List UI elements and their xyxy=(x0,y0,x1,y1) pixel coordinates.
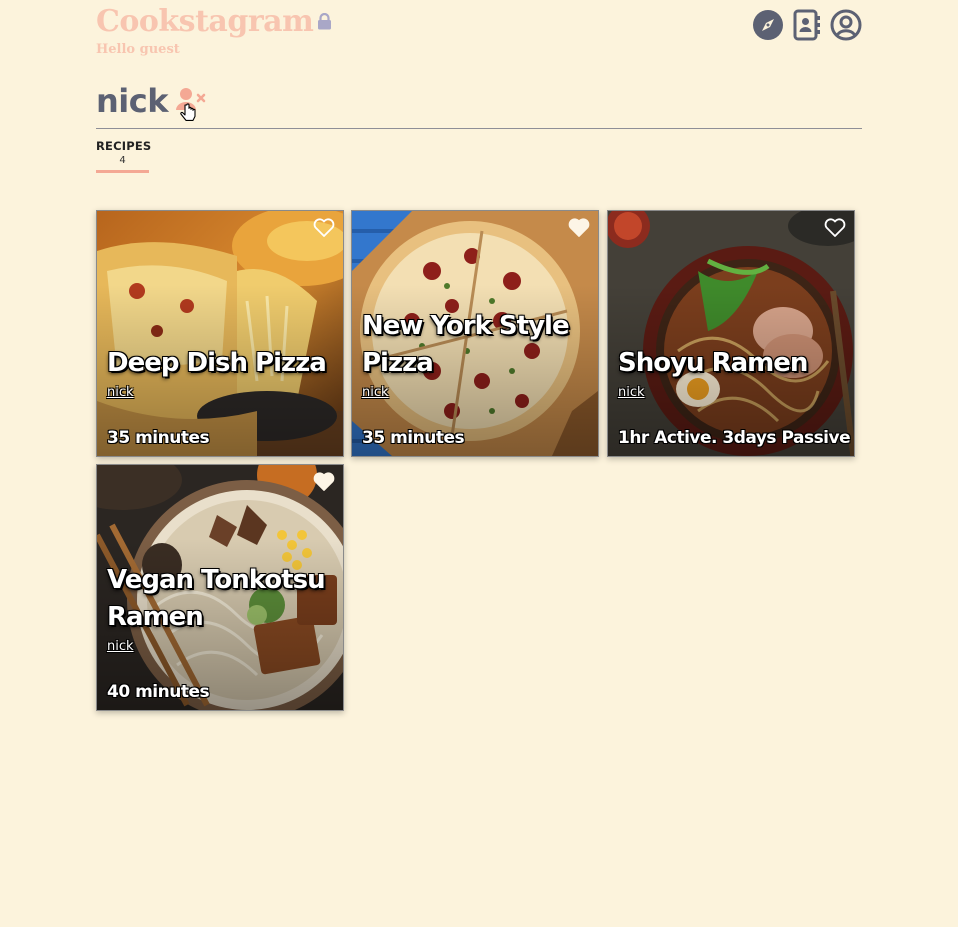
image-overlay xyxy=(608,211,854,456)
profile-divider xyxy=(96,128,862,129)
recipe-time: 1hr Active. 3days Passive xyxy=(618,428,851,448)
logo[interactable]: Cookstagram xyxy=(96,4,332,39)
heart-outline-icon[interactable] xyxy=(824,218,846,243)
recipe-card[interactable]: Vegan Tonkotsu Ramen nick 40 minutes xyxy=(96,464,344,711)
heart-filled-icon[interactable] xyxy=(568,218,590,243)
heart-filled-icon[interactable] xyxy=(313,472,335,497)
unfollow-user-icon[interactable] xyxy=(174,86,210,131)
recipes-stat-label: RECIPES xyxy=(96,139,152,153)
recipe-time: 40 minutes xyxy=(107,682,210,702)
recipe-author-link[interactable]: nick xyxy=(618,385,645,400)
header: Cookstagram Hello guest xyxy=(96,4,862,64)
recipes-stat-tab[interactable]: RECIPES 4 xyxy=(96,139,152,173)
lock-icon xyxy=(317,12,332,35)
address-book-icon[interactable] xyxy=(791,9,823,41)
recipe-card[interactable]: Shoyu Ramen nick 1hr Active. 3days Passi… xyxy=(607,210,855,457)
recipe-title[interactable]: Vegan Tonkotsu Ramen xyxy=(107,562,337,636)
recipe-card[interactable]: Deep Dish Pizza nick 35 minutes xyxy=(96,210,344,457)
profile-header: nick xyxy=(96,82,862,121)
recipe-author-link[interactable]: nick xyxy=(107,385,134,400)
heart-outline-icon[interactable] xyxy=(313,218,335,243)
recipe-author-link[interactable]: nick xyxy=(107,639,134,654)
image-overlay xyxy=(97,211,343,456)
recipes-stat-count: 4 xyxy=(119,155,126,166)
app-title[interactable]: Cookstagram xyxy=(96,4,314,39)
recipe-card[interactable]: New York Style Pizza nick 35 minutes xyxy=(351,210,599,457)
active-tab-underline xyxy=(96,170,149,173)
recipe-time: 35 minutes xyxy=(362,428,465,448)
recipe-title[interactable]: New York Style Pizza xyxy=(362,308,592,382)
greeting-text: Hello guest xyxy=(96,42,180,57)
user-circle-icon[interactable] xyxy=(830,9,862,41)
recipe-author-link[interactable]: nick xyxy=(362,385,389,400)
recipe-title[interactable]: Shoyu Ramen xyxy=(618,345,848,382)
nav-icons xyxy=(752,9,862,41)
recipe-time: 35 minutes xyxy=(107,428,210,448)
recipe-title[interactable]: Deep Dish Pizza xyxy=(107,345,337,382)
compass-icon[interactable] xyxy=(752,9,784,41)
profile-username: nick xyxy=(96,82,169,120)
